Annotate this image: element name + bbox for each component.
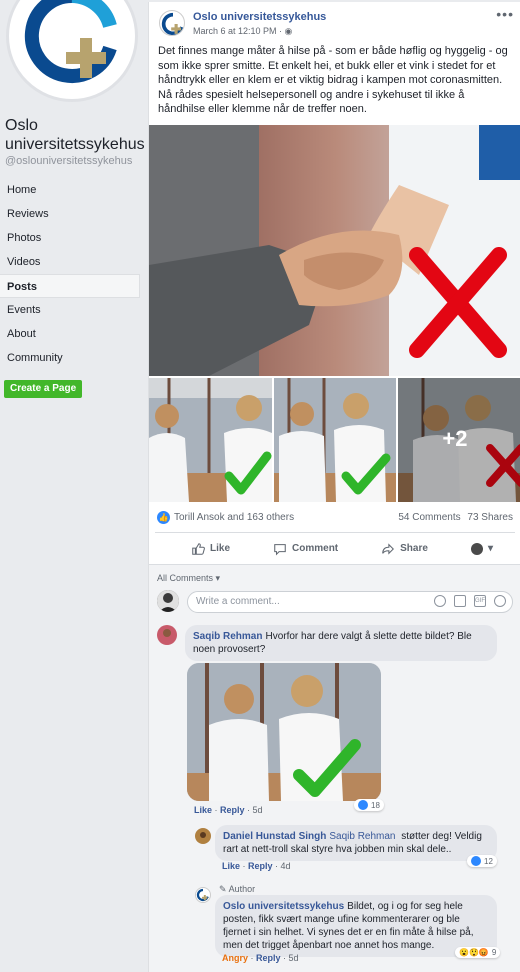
page-handle: @oslouniversitetssykehus bbox=[5, 155, 133, 167]
commenter-name[interactable]: Oslo universitetssykehus bbox=[223, 901, 344, 912]
comment-input-icons: GIF bbox=[434, 595, 506, 607]
comment-time[interactable]: 5d bbox=[253, 805, 263, 815]
like-label: Like bbox=[210, 543, 231, 554]
post-author[interactable]: Oslo universitetssykehus bbox=[193, 11, 326, 23]
author-avatar[interactable] bbox=[159, 10, 185, 36]
nav-item-events[interactable]: Events bbox=[0, 298, 140, 322]
engagement-counts: 54 Comments 73 Shares bbox=[394, 512, 513, 523]
commenter-avatar[interactable] bbox=[195, 828, 211, 844]
nav-item-photos[interactable]: Photos bbox=[0, 226, 140, 250]
chevron-down-icon: ▾ bbox=[487, 543, 493, 554]
post-main-photo[interactable] bbox=[149, 125, 520, 376]
profile-avatar-icon bbox=[470, 542, 483, 555]
gif-icon[interactable]: GIF bbox=[474, 595, 486, 607]
comment-footer: Angry · Reply · 5d bbox=[222, 953, 299, 963]
comment-footer: Like · Reply · 5d bbox=[194, 805, 263, 815]
share-label: Share bbox=[400, 543, 428, 554]
like-button[interactable]: Like bbox=[191, 542, 230, 556]
photo-thumbnail-more[interactable]: +2 bbox=[398, 378, 520, 502]
create-page-button[interactable]: Create a Page bbox=[4, 380, 83, 398]
shares-count[interactable]: 73 Shares bbox=[467, 512, 513, 523]
nav-item-home[interactable]: Home bbox=[0, 178, 140, 202]
like-reaction-icon bbox=[358, 800, 368, 810]
thumbs-up-icon bbox=[192, 542, 205, 555]
more-photos-count: +2 bbox=[442, 426, 468, 451]
comment-reply-button[interactable]: Reply bbox=[248, 861, 273, 871]
globe-icon: ◉ bbox=[284, 26, 293, 36]
comments-section: All Comments ▾ GIF Saqib RehmanHvorfor h… bbox=[149, 564, 520, 972]
post-header: Oslo universitetssykehus March 6 at 12:1… bbox=[149, 2, 520, 42]
emoji-icon[interactable] bbox=[434, 595, 446, 607]
reactions-text[interactable]: Torill Ansok and 163 others bbox=[174, 512, 294, 523]
more-options-icon[interactable]: ••• bbox=[496, 6, 514, 22]
comment-footer: Like · Reply · 4d bbox=[222, 861, 291, 871]
comment-reaction-count[interactable]: 12 bbox=[467, 855, 497, 867]
comment-attached-photo[interactable] bbox=[187, 663, 381, 801]
pen-icon: ✎ bbox=[219, 884, 227, 894]
share-button[interactable]: Share bbox=[381, 542, 428, 556]
photo-thumbnails: +2 bbox=[149, 378, 520, 502]
share-icon bbox=[382, 542, 395, 555]
commenter-avatar[interactable] bbox=[195, 887, 211, 903]
reply-bubble: Oslo universitetssykehus Bildet, og i og … bbox=[215, 895, 497, 957]
hospital-logo-icon bbox=[24, 0, 117, 83]
post-card: Oslo universitetssykehus March 6 at 12:1… bbox=[148, 2, 520, 972]
chevron-down-icon: ▾ bbox=[215, 573, 221, 583]
page-title[interactable]: Oslo universitetssykehus bbox=[5, 116, 145, 154]
comment-button[interactable]: Comment bbox=[273, 542, 338, 556]
like-reaction-icon bbox=[471, 856, 481, 866]
reaction-emojis-icon: 😮😲😡 bbox=[459, 948, 489, 957]
comment-like-button[interactable]: Like bbox=[194, 805, 212, 815]
commenter-name[interactable]: Saqib Rehman bbox=[193, 631, 262, 642]
like-reaction-icon: 👍 bbox=[157, 511, 170, 524]
commenter-name[interactable]: Daniel Hunstad Singh bbox=[223, 831, 326, 842]
nav-item-reviews[interactable]: Reviews bbox=[0, 202, 140, 226]
page-nav: Home Reviews Photos Videos Posts Events … bbox=[0, 178, 140, 370]
comment-time[interactable]: 5d bbox=[289, 953, 299, 963]
author-badge: ✎ Author bbox=[219, 884, 256, 894]
comment-reaction-count[interactable]: 18 bbox=[354, 799, 384, 811]
photo-thumbnail[interactable] bbox=[149, 378, 272, 502]
comment-icon bbox=[274, 543, 286, 556]
comment-like-button[interactable]: Like bbox=[222, 861, 240, 871]
reactions-summary: 👍 Torill Ansok and 163 others 54 Comment… bbox=[149, 507, 520, 529]
reply-bubble: Daniel Hunstad Singh Saqib Rehman støtter… bbox=[215, 825, 497, 861]
write-comment-row: GIF bbox=[157, 590, 515, 614]
comment-input[interactable] bbox=[196, 596, 416, 607]
comment-time[interactable]: 4d bbox=[281, 861, 291, 871]
comment-reply-button[interactable]: Reply bbox=[256, 953, 281, 963]
photo-thumbnail[interactable] bbox=[273, 378, 397, 502]
post-actions: Like Comment Share ▾ bbox=[155, 532, 515, 564]
comment-angry-button[interactable]: Angry bbox=[222, 953, 248, 963]
page-profile-picture[interactable] bbox=[6, 0, 138, 104]
camera-icon[interactable] bbox=[454, 595, 466, 607]
comments-count[interactable]: 54 Comments bbox=[398, 512, 460, 523]
comment-reaction-count[interactable]: 😮😲😡 9 bbox=[455, 947, 501, 958]
post-body: Det finnes mange måter å hilse på - som … bbox=[158, 45, 508, 115]
comment-filter[interactable]: All Comments ▾ bbox=[157, 573, 220, 584]
reaction-profile-selector[interactable]: ▾ bbox=[470, 542, 493, 555]
commenter-avatar[interactable] bbox=[157, 625, 177, 645]
page-sidebar: Oslo universitetssykehus @oslouniversite… bbox=[0, 0, 148, 972]
current-user-avatar[interactable] bbox=[157, 590, 179, 612]
comment-input-box[interactable]: GIF bbox=[187, 591, 513, 613]
nav-item-posts[interactable]: Posts bbox=[0, 274, 140, 298]
nav-item-community[interactable]: Community bbox=[0, 346, 140, 370]
sticker-icon[interactable] bbox=[494, 595, 506, 607]
comment-bubble: Saqib Rehman Hvorfor har dere valgt å sle… bbox=[185, 625, 497, 661]
mention-link[interactable]: Saqib Rehman bbox=[329, 831, 395, 842]
nav-item-about[interactable]: About bbox=[0, 322, 140, 346]
nav-item-videos[interactable]: Videos bbox=[0, 250, 140, 274]
comment-reply-button[interactable]: Reply bbox=[220, 805, 245, 815]
comment-label: Comment bbox=[292, 543, 339, 554]
post-timestamp[interactable]: March 6 at 12:10 PM · ◉ bbox=[193, 26, 292, 37]
